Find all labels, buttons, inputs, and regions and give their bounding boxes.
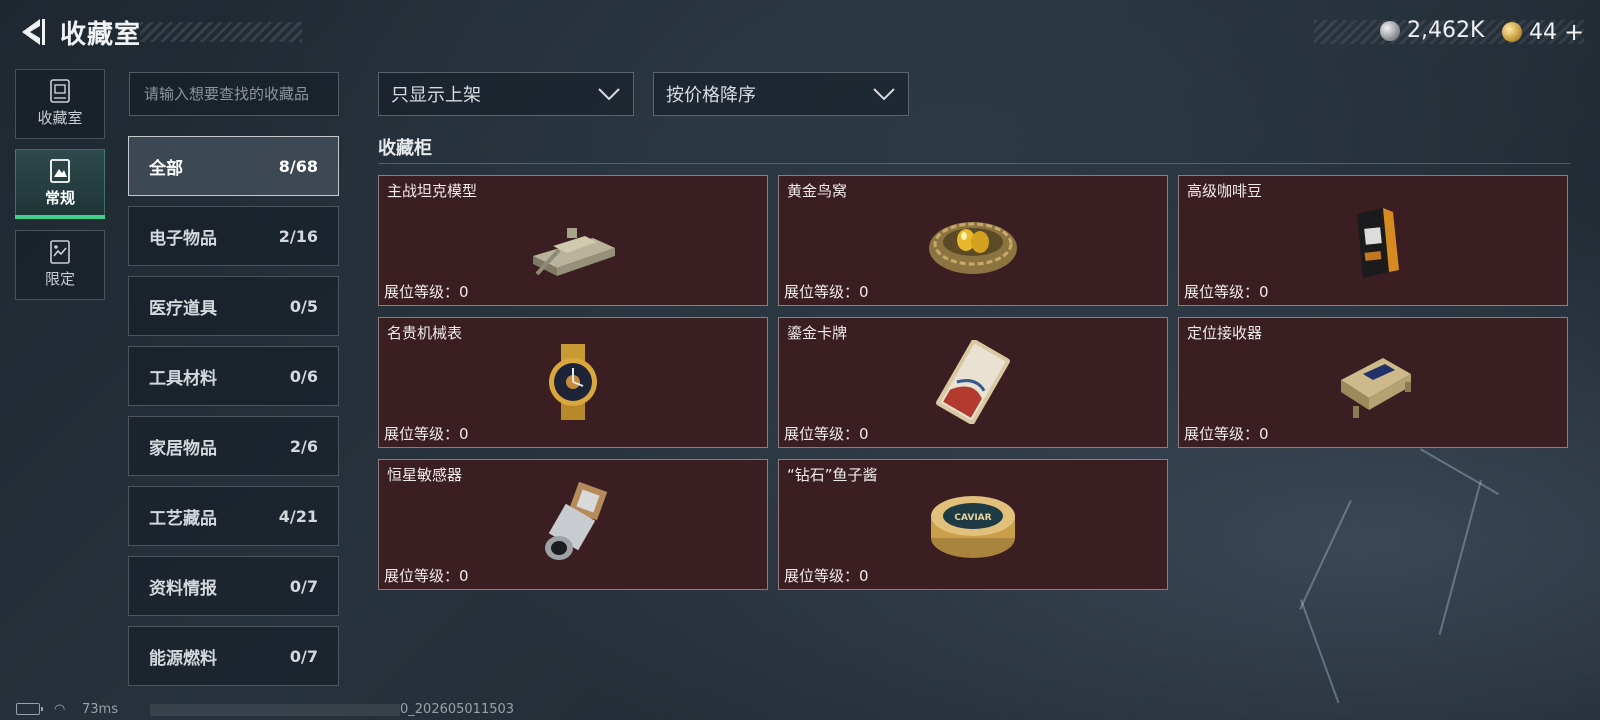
category-tools[interactable]: 工具材料 0/6 <box>128 346 339 406</box>
category-count: 4/21 <box>278 506 318 526</box>
item-card-gilded-card[interactable]: 鎏金卡牌 展位等级：0 <box>778 317 1168 448</box>
category-all[interactable]: 全部 8/68 <box>128 136 339 196</box>
listing-filter-dropdown[interactable]: 只显示上架 <box>378 72 634 116</box>
section-divider <box>378 163 1570 164</box>
nav-label: 收藏室 <box>37 109 83 127</box>
category-count: 0/7 <box>289 646 318 666</box>
gilded-card-icon <box>936 340 1010 424</box>
category-electronics[interactable]: 电子物品 2/16 <box>128 206 339 266</box>
item-level: 展位等级：0 <box>384 283 469 301</box>
top-bar: 收藏室 2,462K 44 + <box>0 0 1600 64</box>
tank-model-icon <box>533 228 615 276</box>
caviar-tin-icon: CAVIAR <box>931 496 1015 558</box>
item-level: 展位等级：0 <box>784 283 869 301</box>
item-name: 恒星敏感器 <box>387 466 463 484</box>
add-gold-button[interactable]: + <box>1564 18 1584 46</box>
item-level: 展位等级：0 <box>384 567 469 585</box>
coffee-bag-icon <box>1357 208 1399 278</box>
nav-item-limited[interactable]: 限定 <box>15 230 105 300</box>
item-level: 展位等级：0 <box>384 425 469 443</box>
item-card-coffee-beans[interactable]: 高级咖啡豆 展位等级：0 <box>1178 175 1568 306</box>
dropdown-value: 只显示上架 <box>391 85 481 106</box>
item-name: 定位接收器 <box>1187 324 1263 342</box>
dropdown-value: 按价格降序 <box>666 85 756 106</box>
category-count: 0/6 <box>289 366 318 386</box>
category-name: 能源燃料 <box>149 648 217 669</box>
caviar-tin-label: CAVIAR <box>954 513 991 523</box>
ping-readout: 73ms <box>82 702 118 717</box>
item-level: 展位等级：0 <box>784 425 869 443</box>
item-level: 展位等级：0 <box>1184 425 1269 443</box>
category-medical[interactable]: 医疗道具 0/5 <box>128 276 339 336</box>
category-crafts[interactable]: 工艺藏品 4/21 <box>128 486 339 546</box>
chevron-down-icon <box>873 88 895 101</box>
category-name: 医疗道具 <box>149 298 217 319</box>
item-card-star-sensor[interactable]: 恒星敏感器 展位等级：0 <box>378 459 768 590</box>
category-name: 工具材料 <box>149 368 217 389</box>
category-count: 2/6 <box>289 436 318 456</box>
back-arrow-icon <box>22 19 45 45</box>
title-decoration <box>140 22 302 42</box>
gold-coin-icon <box>1502 22 1522 42</box>
photo-card-icon <box>50 159 70 183</box>
silver-currency[interactable]: 2,462K <box>1380 18 1484 43</box>
category-name: 资料情报 <box>149 578 217 599</box>
page-title: 收藏室 <box>60 20 142 50</box>
gps-receiver-icon <box>1341 358 1411 418</box>
category-name: 全部 <box>149 158 183 179</box>
item-card-gps-receiver[interactable]: 定位接收器 展位等级：0 <box>1178 317 1568 448</box>
star-sensor-icon <box>545 482 608 560</box>
category-household[interactable]: 家居物品 2/6 <box>128 416 339 476</box>
golden-nest-icon <box>929 222 1017 274</box>
item-level: 展位等级：0 <box>784 567 869 585</box>
category-name: 工艺藏品 <box>149 508 217 529</box>
category-count: 8/68 <box>278 156 318 176</box>
item-level: 展位等级：0 <box>1184 283 1269 301</box>
category-count: 0/5 <box>289 296 318 316</box>
nav-item-regular[interactable]: 常规 <box>15 149 105 219</box>
status-bar: ◠ 73ms 0_202605011503 <box>0 700 600 720</box>
item-name: “钻石”鱼子酱 <box>787 466 878 484</box>
build-id: 0_202605011503 <box>400 702 515 717</box>
cabinet-title: 收藏柜 <box>378 138 432 159</box>
sort-dropdown[interactable]: 按价格降序 <box>653 72 909 116</box>
item-name: 鎏金卡牌 <box>787 324 848 342</box>
item-card-tank-model[interactable]: 主战坦克模型 展位等级：0 <box>378 175 768 306</box>
category-name: 电子物品 <box>149 228 217 249</box>
chevron-down-icon <box>598 88 620 101</box>
item-name: 黄金鸟窝 <box>787 182 848 200</box>
item-name: 名贵机械表 <box>387 324 463 342</box>
gold-currency[interactable]: 44 + <box>1502 18 1584 46</box>
limited-card-icon <box>50 240 70 264</box>
item-name: 主战坦克模型 <box>387 182 478 200</box>
collection-box-icon <box>50 79 70 103</box>
category-count: 0/7 <box>289 576 318 596</box>
item-card-mechanical-watch[interactable]: 名贵机械表 展位等级：0 <box>378 317 768 448</box>
item-name: 高级咖啡豆 <box>1187 182 1263 200</box>
category-name: 家居物品 <box>149 438 217 459</box>
redacted-text <box>150 704 400 716</box>
nav-item-collection-room[interactable]: 收藏室 <box>15 69 105 139</box>
battery-icon <box>16 703 43 715</box>
nav-label: 常规 <box>44 189 75 207</box>
item-card-diamond-caviar[interactable]: “钻石”鱼子酱 CAVIAR 展位等级：0 <box>778 459 1168 590</box>
nav-label: 限定 <box>44 270 75 288</box>
gold-watch-icon <box>549 344 597 420</box>
silver-coin-icon <box>1380 20 1400 41</box>
category-energy[interactable]: 能源燃料 0/7 <box>128 626 339 686</box>
item-card-golden-nest[interactable]: 黄金鸟窝 展位等级：0 <box>778 175 1168 306</box>
back-button[interactable] <box>16 16 46 48</box>
category-intel[interactable]: 资料情报 0/7 <box>128 556 339 616</box>
gold-amount: 44 <box>1529 19 1557 45</box>
category-count: 2/16 <box>278 226 318 246</box>
wifi-icon: ◠ <box>54 702 66 717</box>
search-input[interactable] <box>129 72 339 116</box>
silver-amount: 2,462K <box>1407 18 1485 43</box>
